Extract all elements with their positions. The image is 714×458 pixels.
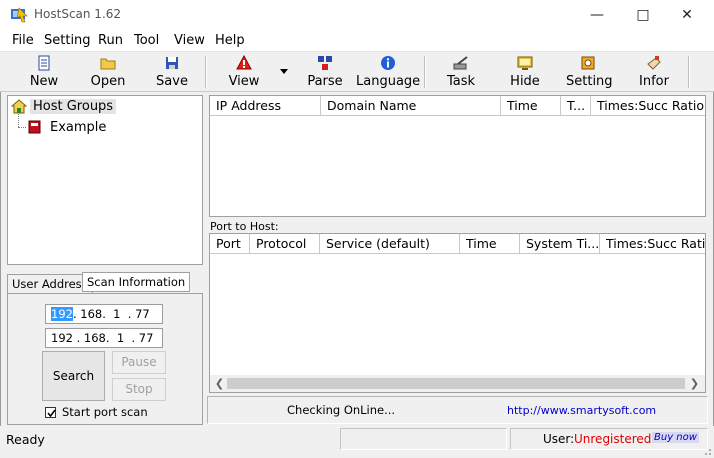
menu-setting[interactable]: Setting <box>42 32 93 49</box>
column-header-t[interactable]: T... <box>561 96 591 116</box>
tree-line <box>18 114 19 127</box>
menu-run[interactable]: Run <box>96 32 125 49</box>
host-table[interactable]: IP Address Domain Name Time T... Times:S… <box>209 95 706 217</box>
minimize-button[interactable]: — <box>574 0 620 30</box>
status-ready: Ready <box>6 432 45 447</box>
task-button[interactable]: Task <box>441 54 481 92</box>
menu-view[interactable]: View <box>172 32 207 49</box>
hide-window-icon <box>517 56 533 70</box>
pause-button[interactable]: Pause <box>112 351 166 374</box>
start-port-scan-label: Start port scan <box>62 405 148 419</box>
tab-scan-information[interactable]: Scan Information <box>82 272 191 292</box>
ip-start-selected-octet: 192 <box>51 307 73 321</box>
column-header-system-time[interactable]: System Ti... <box>520 234 600 254</box>
user-registration-status: Unregistered <box>574 432 652 446</box>
port-table[interactable]: Port Protocol Service (default) Time Sys… <box>209 233 706 393</box>
start-port-scan-checkbox[interactable] <box>45 407 56 418</box>
title-bar: HostScan 1.62 — □ ✕ <box>0 0 714 30</box>
ip-start-field[interactable]: 192. 168. 1 . 77 <box>45 304 163 324</box>
column-header-ip-address[interactable]: IP Address <box>210 96 321 116</box>
info-icon <box>381 56 395 70</box>
status-progress-cell <box>340 428 507 450</box>
host-group-icon <box>28 120 41 134</box>
column-header-times-succ-ratio[interactable]: Times:Succ Ratio <box>591 96 705 116</box>
column-header-protocol[interactable]: Protocol <box>250 234 320 254</box>
scroll-right-arrow-icon[interactable]: ❯ <box>687 375 702 392</box>
info-hand-icon <box>647 56 661 70</box>
ip-start-rest: . 168. 1 . 77 <box>72 307 150 321</box>
column-header-times-succ-ratio[interactable]: Times:Succ Ratio <box>600 234 705 254</box>
column-header-port[interactable]: Port <box>210 234 250 254</box>
tab-user-address[interactable]: User Address <box>7 274 93 294</box>
toolbar: New Open Save View Parse Language Task H… <box>0 51 714 92</box>
folder-icon <box>100 58 116 70</box>
parse-icon <box>318 56 332 70</box>
host-group-tree[interactable]: Host Groups Example <box>7 95 203 265</box>
floppy-disk-icon <box>166 57 178 69</box>
scan-controls-panel: 192. 168. 1 . 77 192 . 168. 1 . 77 Searc… <box>7 293 203 425</box>
app-icon <box>11 7 28 23</box>
menu-tool[interactable]: Tool <box>132 32 161 49</box>
column-header-service[interactable]: Service (default) <box>320 234 460 254</box>
toolbar-separator <box>205 56 207 88</box>
tree-item-example[interactable]: Example <box>50 120 106 135</box>
info-bar: Checking OnLine... http://www.smartysoft… <box>207 396 708 424</box>
horizontal-scrollbar[interactable]: ❮ ❯ <box>210 375 705 392</box>
toolbar-separator <box>688 56 690 88</box>
window-title: HostScan 1.62 <box>34 7 122 21</box>
task-icon <box>453 56 468 70</box>
search-button[interactable]: Search <box>42 351 105 401</box>
setting-button[interactable]: Setting <box>566 54 613 92</box>
column-header-domain-name[interactable]: Domain Name <box>321 96 501 116</box>
close-button[interactable]: ✕ <box>664 0 710 30</box>
website-link[interactable]: http://www.smartysoft.com <box>507 404 656 417</box>
view-dropdown-arrow-icon[interactable] <box>279 69 289 75</box>
buy-now-link[interactable]: Buy now <box>652 432 699 443</box>
ip-end-field[interactable]: 192 . 168. 1 . 77 <box>45 328 163 348</box>
column-header-time[interactable]: Time <box>501 96 561 116</box>
language-button[interactable]: Language <box>356 54 420 92</box>
tree-line <box>18 127 26 128</box>
stop-button[interactable]: Stop <box>112 378 166 401</box>
scrollbar-thumb[interactable] <box>227 378 685 389</box>
view-button[interactable]: View <box>224 54 264 92</box>
scroll-left-arrow-icon[interactable]: ❮ <box>212 375 227 392</box>
hide-button[interactable]: Hide <box>505 54 545 92</box>
status-user-cell: User: Unregistered Buy now <box>510 428 708 450</box>
menu-help[interactable]: Help <box>213 32 247 49</box>
maximize-button[interactable]: □ <box>620 0 666 30</box>
save-button[interactable]: Save <box>152 54 192 92</box>
new-button[interactable]: New <box>24 54 64 92</box>
home-icon <box>11 99 27 114</box>
port-to-host-caption: Port to Host: <box>210 220 279 233</box>
checkmark-icon <box>47 409 56 418</box>
menu-bar: File Setting Run Tool View Help <box>0 30 714 51</box>
tree-root-host-groups[interactable]: Host Groups <box>30 99 117 114</box>
column-header-time[interactable]: Time <box>460 234 520 254</box>
open-button[interactable]: Open <box>88 54 128 92</box>
resize-grip-icon[interactable] <box>700 444 712 456</box>
toolbar-separator <box>424 56 426 88</box>
menu-file[interactable]: File <box>10 32 36 49</box>
checking-online-text: Checking OnLine... <box>287 403 396 417</box>
new-document-icon <box>38 55 50 71</box>
infor-button[interactable]: Infor <box>634 54 674 92</box>
settings-icon <box>581 56 595 70</box>
user-label: User: <box>543 432 575 446</box>
warning-icon <box>236 55 252 70</box>
parse-button[interactable]: Parse <box>305 54 345 92</box>
